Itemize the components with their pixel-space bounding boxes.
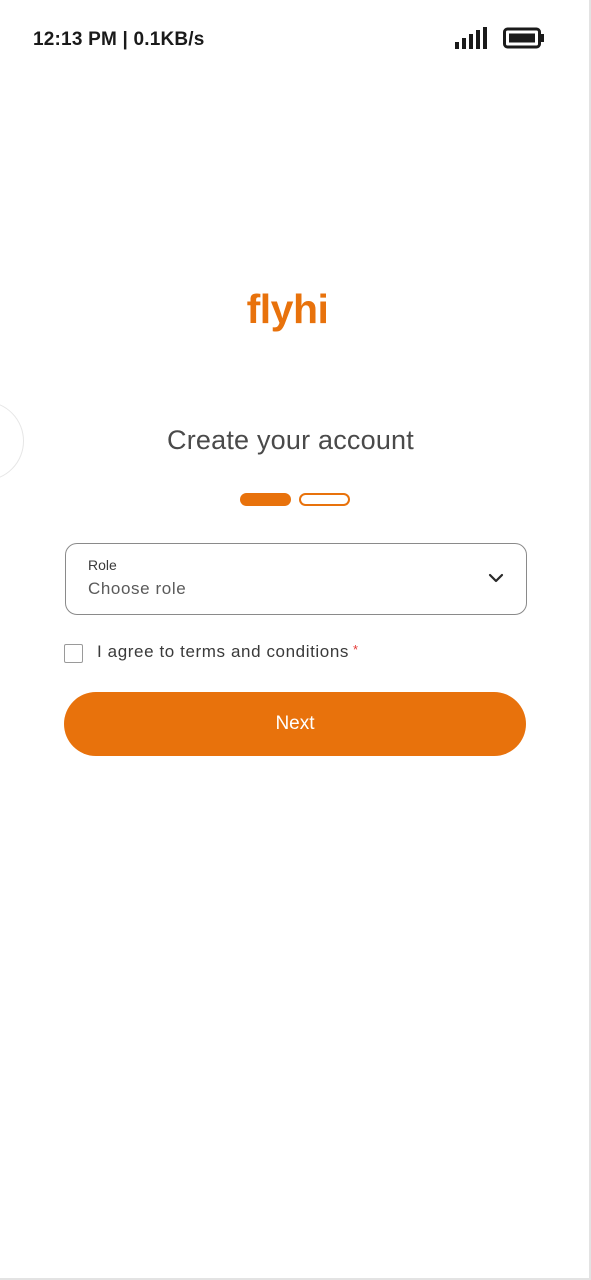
status-bar: 12:13 PM | 0.1KB/s xyxy=(0,0,589,84)
terms-label[interactable]: I agree to terms and conditions * xyxy=(97,642,359,662)
terms-text: I agree to terms and conditions xyxy=(97,642,350,661)
step-1-indicator xyxy=(240,493,291,506)
status-time-speed: 12:13 PM | 0.1KB/s xyxy=(33,29,205,50)
signal-bars-icon xyxy=(455,27,487,49)
terms-checkbox[interactable] xyxy=(64,644,83,663)
brand-logo: flyhi xyxy=(246,286,329,332)
chevron-down-icon xyxy=(488,573,504,583)
required-mark: * xyxy=(353,642,359,657)
role-select[interactable]: Role Choose role xyxy=(65,543,527,615)
create-account-screen: 12:13 PM | 0.1KB/s flyhi Create your acc… xyxy=(0,0,591,1280)
role-label: Role xyxy=(88,557,117,573)
next-button[interactable]: Next xyxy=(64,692,526,756)
page-title: Create your account xyxy=(167,425,414,455)
role-value: Choose role xyxy=(88,579,187,598)
battery-icon xyxy=(503,27,544,49)
step-2-indicator xyxy=(299,493,350,506)
